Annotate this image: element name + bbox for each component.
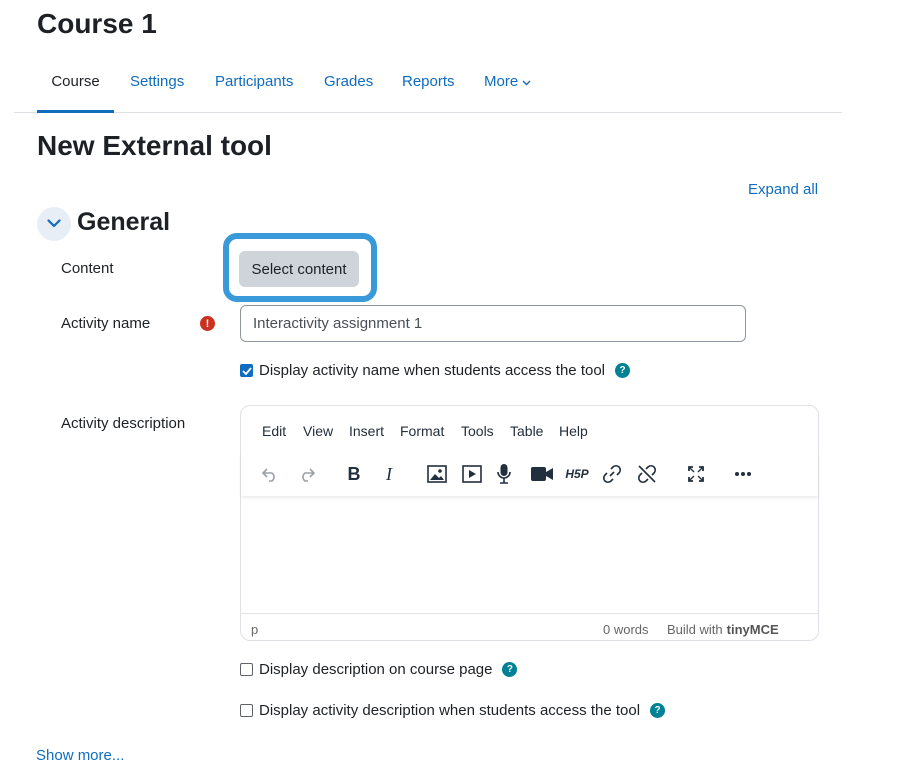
tab-course[interactable]: Course xyxy=(37,52,114,113)
display-activity-description-label: Display activity description when studen… xyxy=(259,702,641,719)
chevron-down-icon xyxy=(47,215,61,233)
rich-text-editor: Edit View Insert Format Tools Table Help… xyxy=(240,405,819,641)
display-name-label: Display activity name when students acce… xyxy=(259,362,606,379)
required-icon: ! xyxy=(200,316,215,331)
image-icon[interactable] xyxy=(423,460,451,488)
tab-reports[interactable]: Reports xyxy=(402,52,455,113)
redo-icon[interactable] xyxy=(293,460,321,488)
display-activity-description-row: Display activity description when studen… xyxy=(240,702,666,719)
help-icon[interactable]: ? xyxy=(650,703,666,718)
element-path[interactable]: p xyxy=(251,622,258,637)
tab-more[interactable]: More xyxy=(484,52,531,113)
tab-grades[interactable]: Grades xyxy=(324,52,373,113)
page-title: New External tool xyxy=(37,130,272,161)
activity-description-label: Activity description xyxy=(61,415,186,432)
editor-statusbar: p 0 words Build with tinyMCE xyxy=(241,618,818,640)
section-collapse-button[interactable] xyxy=(37,207,71,241)
display-name-row: Display activity name when students acce… xyxy=(240,362,631,379)
more-icon[interactable] xyxy=(729,460,757,488)
menu-edit[interactable]: Edit xyxy=(262,423,286,439)
media-icon[interactable] xyxy=(458,460,486,488)
select-content-button[interactable]: Select content xyxy=(239,251,359,287)
undo-icon[interactable] xyxy=(256,460,284,488)
expand-all-link[interactable]: Expand all xyxy=(748,181,818,198)
chevron-down-icon xyxy=(522,52,531,112)
display-activity-description-checkbox[interactable] xyxy=(240,704,253,717)
bold-icon[interactable]: B xyxy=(340,460,368,488)
display-description-checkbox[interactable] xyxy=(240,663,253,676)
course-title: Course 1 xyxy=(37,8,157,39)
build-with-label: Build with xyxy=(667,622,723,637)
display-description-row: Display description on course page ? xyxy=(240,661,518,678)
tab-participants[interactable]: Participants xyxy=(215,52,293,113)
menu-view[interactable]: View xyxy=(303,423,333,439)
tab-more-label: More xyxy=(484,73,519,90)
display-name-checkbox[interactable] xyxy=(240,364,253,377)
checkmark-icon xyxy=(241,366,252,375)
editor-menubar: Edit View Insert Format Tools Table Help xyxy=(241,406,818,452)
show-more-link[interactable]: Show more... xyxy=(36,747,124,763)
activity-name-input[interactable]: Interactivity assignment 1 xyxy=(240,305,746,342)
display-description-label: Display description on course page xyxy=(259,661,493,678)
word-count[interactable]: 0 words xyxy=(603,622,649,637)
content-label: Content xyxy=(61,260,114,277)
help-icon[interactable]: ? xyxy=(615,363,631,378)
menu-tools[interactable]: Tools xyxy=(461,423,494,439)
menu-help[interactable]: Help xyxy=(559,423,588,439)
section-title-general: General xyxy=(77,208,171,236)
editor-toolbar: B I H5P xyxy=(241,452,818,496)
course-nav: Course Settings Participants Grades Repo… xyxy=(14,52,842,113)
menu-insert[interactable]: Insert xyxy=(349,423,384,439)
tinymce-branding[interactable]: Build with tinyMCE xyxy=(667,622,779,637)
italic-icon[interactable]: I xyxy=(375,460,403,488)
activity-name-label: Activity name xyxy=(61,315,151,332)
unlink-icon[interactable] xyxy=(633,460,661,488)
h5p-icon[interactable]: H5P xyxy=(563,460,591,488)
tab-settings[interactable]: Settings xyxy=(130,52,184,113)
link-icon[interactable] xyxy=(598,460,626,488)
fullscreen-icon[interactable] xyxy=(682,460,710,488)
help-icon[interactable]: ? xyxy=(502,662,518,677)
video-camera-icon[interactable] xyxy=(528,460,556,488)
editor-content-area[interactable] xyxy=(241,498,818,614)
menu-table[interactable]: Table xyxy=(510,423,543,439)
menu-format[interactable]: Format xyxy=(400,423,444,439)
tinymce-logo: tinyMCE xyxy=(726,622,779,637)
microphone-icon[interactable] xyxy=(490,460,518,488)
select-content-highlight: Select content xyxy=(223,233,377,302)
